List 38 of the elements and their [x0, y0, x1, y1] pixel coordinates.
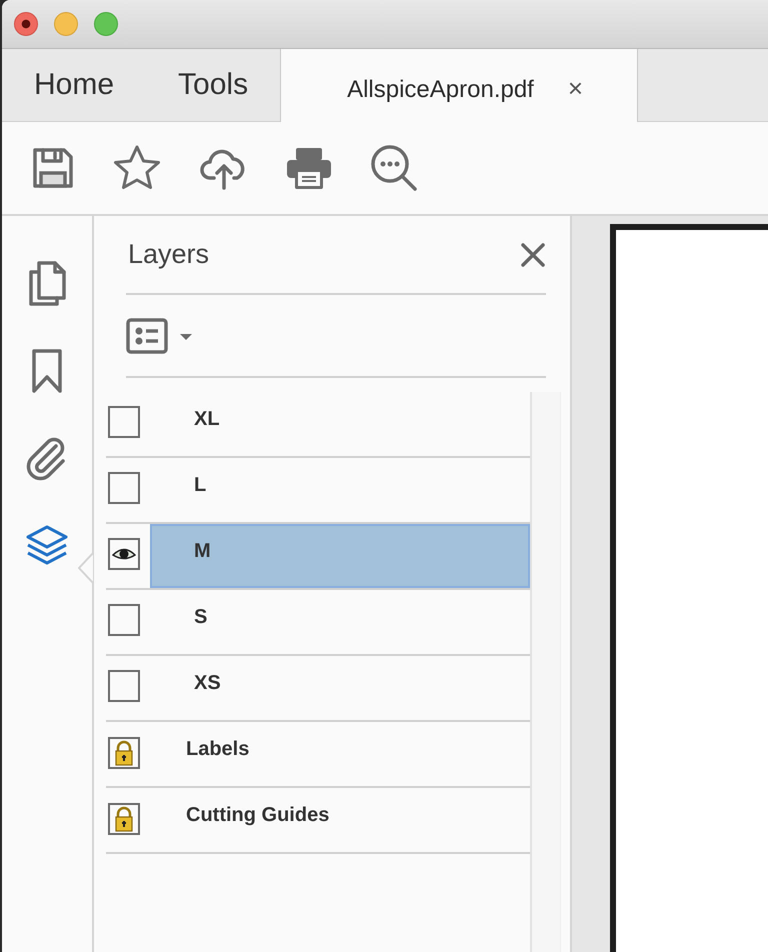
search-icon[interactable] — [370, 144, 418, 192]
layer-row[interactable]: Cutting Guides — [150, 788, 530, 852]
close-icon[interactable] — [520, 242, 546, 268]
layer-name: Labels — [186, 738, 250, 761]
panel-title: Layers — [127, 239, 210, 270]
layer-name: XL — [194, 408, 220, 431]
layer-row[interactable]: XL — [150, 392, 530, 456]
lock-icon — [108, 737, 140, 769]
lock-icon — [108, 803, 140, 835]
star-icon[interactable] — [112, 144, 162, 192]
bookmark-icon[interactable] — [31, 348, 63, 394]
options-menu-icon[interactable] — [126, 318, 194, 354]
save-icon[interactable] — [32, 147, 74, 189]
layer-name: M — [194, 540, 211, 563]
close-window-button[interactable] — [14, 12, 38, 36]
paperclip-icon[interactable] — [26, 436, 68, 482]
visibility-checkbox[interactable] — [108, 472, 140, 504]
pages-icon[interactable] — [27, 260, 67, 306]
layer-name: XS — [194, 672, 221, 695]
nav-tab[interactable]: Tools — [146, 49, 280, 121]
close-tab-button[interactable]: × — [568, 67, 584, 104]
document-tab-label: AllspiceApron.pdf — [347, 74, 534, 104]
visibility-checkbox[interactable] — [108, 406, 140, 438]
layer-name: S — [194, 606, 208, 629]
nav-tab[interactable]: Home — [2, 49, 146, 121]
eye-icon — [112, 547, 136, 561]
visibility-checkbox[interactable] — [108, 604, 140, 636]
visibility-checkbox[interactable] — [108, 538, 140, 570]
visibility-checkbox[interactable] — [108, 670, 140, 702]
print-icon[interactable] — [286, 146, 332, 190]
layer-row[interactable]: XS — [150, 656, 530, 720]
layer-row[interactable]: Labels — [150, 722, 530, 786]
layer-name: Cutting Guides — [186, 804, 330, 827]
layer-row[interactable]: M — [150, 524, 530, 588]
layer-row[interactable]: S — [150, 590, 530, 654]
document-tab[interactable]: AllspiceApron.pdf × — [280, 49, 638, 122]
layer-name: L — [194, 474, 206, 497]
layer-row[interactable]: L — [150, 458, 530, 522]
